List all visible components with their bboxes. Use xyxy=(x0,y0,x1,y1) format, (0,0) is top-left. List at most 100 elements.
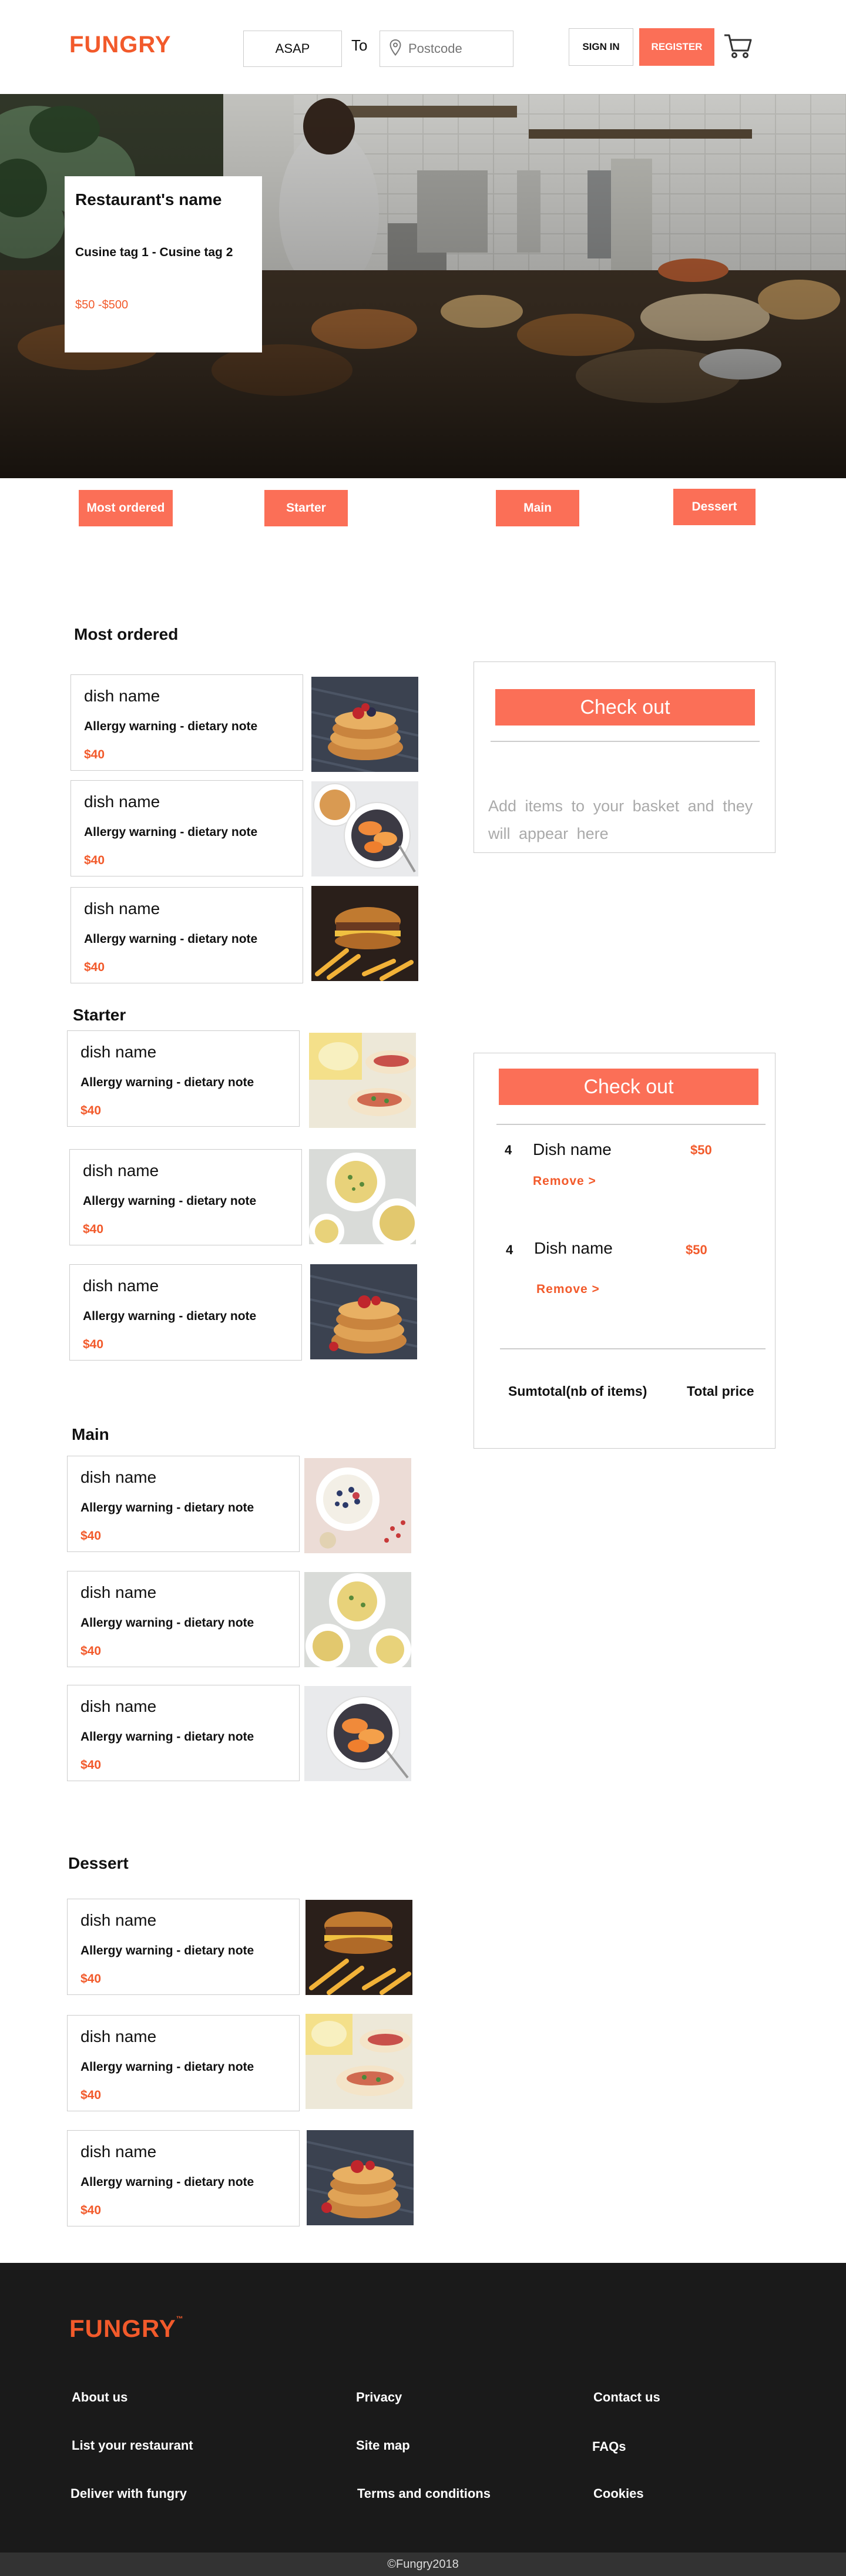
divider xyxy=(491,741,760,742)
dish-note: Allergy warning - dietary note xyxy=(80,2175,254,2189)
dish-name: dish name xyxy=(83,1161,159,1180)
basket-empty: Check out Add items to your basket and t… xyxy=(474,661,776,853)
dish-image-fruit-bowl xyxy=(311,781,418,876)
dish-card[interactable]: dish name Allergy warning - dietary note… xyxy=(67,1030,300,1127)
tab-most-ordered[interactable]: Most ordered xyxy=(79,490,173,526)
dish-card[interactable]: dish name Allergy warning - dietary note… xyxy=(67,1899,300,1995)
divider xyxy=(500,1348,766,1349)
dish-name: dish name xyxy=(80,2142,157,2161)
dish-note: Allergy warning - dietary note xyxy=(84,932,258,946)
footer-link-sitemap[interactable]: Site map xyxy=(356,2438,410,2453)
total-price: Total price xyxy=(687,1383,754,1399)
basket-item-name: Dish name xyxy=(533,1140,612,1158)
checkout-button[interactable]: Check out xyxy=(495,689,755,726)
brand-logo[interactable]: FUNGRY xyxy=(69,32,171,58)
sign-in-button[interactable]: SIGN IN xyxy=(569,28,633,66)
dish-price: $40 xyxy=(80,2204,102,2217)
divider xyxy=(496,1124,766,1125)
dish-price: $40 xyxy=(80,2088,102,2102)
location-pin-icon xyxy=(390,39,401,59)
section-title-dessert: Dessert xyxy=(68,1854,129,1872)
dish-image-tacos xyxy=(309,1033,416,1128)
footer-link-terms[interactable]: Terms and conditions xyxy=(357,2486,491,2501)
to-label: To xyxy=(351,36,368,54)
footer-link-about[interactable]: About us xyxy=(72,2390,127,2405)
dish-price: $40 xyxy=(84,748,105,761)
dish-note: Allergy warning - dietary note xyxy=(80,1616,254,1630)
dish-note: Allergy warning - dietary note xyxy=(80,1501,254,1514)
dish-image-pasta xyxy=(309,1149,416,1244)
basket-item-name: Dish name xyxy=(534,1239,613,1257)
site-header: FUNGRY ASAP To SIGN IN REGISTER xyxy=(0,0,846,94)
dish-card[interactable]: dish name Allergy warning - dietary note… xyxy=(67,1685,300,1781)
footer-link-privacy[interactable]: Privacy xyxy=(356,2390,402,2405)
footer-logo-text: FUNGRY xyxy=(69,2315,176,2342)
footer-link-contact[interactable]: Contact us xyxy=(593,2390,660,2405)
postcode-input[interactable] xyxy=(408,41,496,56)
price-range: $50 -$500 xyxy=(75,298,129,311)
dish-image-burger xyxy=(306,1900,412,1995)
footer-link-deliver[interactable]: Deliver with fungry xyxy=(70,2486,187,2501)
dish-price: $40 xyxy=(83,1222,104,1236)
dish-card[interactable]: dish name Allergy warning - dietary note… xyxy=(67,1571,300,1667)
dish-note: Allergy warning - dietary note xyxy=(80,1076,254,1089)
dish-price: $40 xyxy=(80,1972,102,1986)
dish-image-fruit-bowl xyxy=(304,1686,411,1781)
dish-note: Allergy warning - dietary note xyxy=(83,1309,257,1323)
tab-main[interactable]: Main xyxy=(496,490,579,526)
dish-card[interactable]: dish name Allergy warning - dietary note… xyxy=(69,1264,302,1361)
dish-price: $40 xyxy=(80,1758,102,1772)
dish-image-pancakes xyxy=(311,677,418,772)
dish-price: $40 xyxy=(80,1104,102,1117)
dish-name: dish name xyxy=(80,1468,157,1486)
dish-image-pancakes xyxy=(307,2130,414,2225)
dish-note: Allergy warning - dietary note xyxy=(80,1944,254,1957)
basket-item-price: $50 xyxy=(690,1143,712,1157)
copyright-bar: ©Fungry2018 xyxy=(0,2553,846,2576)
dish-name: dish name xyxy=(84,687,160,705)
cart-icon[interactable] xyxy=(723,31,753,61)
tab-dessert[interactable]: Dessert xyxy=(673,489,756,525)
restaurant-info-card: Restaurant's name Cusine tag 1 - Cusine … xyxy=(65,176,262,352)
dish-image-pancakes xyxy=(310,1264,417,1359)
section-title-starter: Starter xyxy=(73,1006,126,1024)
dish-card[interactable]: dish name Allergy warning - dietary note… xyxy=(67,2015,300,2111)
item-quantity: 4 xyxy=(506,1242,513,1257)
dish-note: Allergy warning - dietary note xyxy=(83,1194,257,1208)
dish-price: $40 xyxy=(80,1529,102,1543)
dish-price: $40 xyxy=(84,960,105,974)
dish-card[interactable]: dish name Allergy warning - dietary note… xyxy=(70,780,303,876)
time-select[interactable]: ASAP xyxy=(243,31,342,67)
site-footer: FUNGRY™ About us Privacy Contact us List… xyxy=(0,2263,846,2553)
empty-basket-note: Add items to your basket and they will a… xyxy=(488,797,753,842)
dish-card[interactable]: dish name Allergy warning - dietary note… xyxy=(70,887,303,983)
dish-note: Allergy warning - dietary note xyxy=(80,2060,254,2074)
item-quantity: 4 xyxy=(505,1143,512,1157)
footer-link-list-restaurant[interactable]: List your restaurant xyxy=(72,2438,193,2453)
footer-link-cookies[interactable]: Cookies xyxy=(593,2486,644,2501)
register-button[interactable]: REGISTER xyxy=(639,28,714,66)
checkout-button[interactable]: Check out xyxy=(499,1069,758,1105)
dish-name: dish name xyxy=(80,1043,157,1061)
remove-item-button[interactable]: Remove > xyxy=(533,1174,596,1188)
postcode-field[interactable] xyxy=(380,31,513,67)
tab-starter[interactable]: Starter xyxy=(264,490,348,526)
dish-price: $40 xyxy=(83,1338,104,1351)
footer-link-faqs[interactable]: FAQs xyxy=(592,2439,626,2454)
dish-image-pasta xyxy=(304,1572,411,1667)
subtotal-label: Sumtotal(nb of items) xyxy=(508,1383,647,1399)
dish-image-burger xyxy=(311,886,418,981)
dish-card[interactable]: dish name Allergy warning - dietary note… xyxy=(67,2130,300,2226)
dish-image-tacos xyxy=(306,2014,412,2109)
cuisine-tags: Cusine tag 1 - Cusine tag 2 xyxy=(75,246,233,259)
section-title-most-ordered: Most ordered xyxy=(74,625,179,643)
remove-item-button[interactable]: Remove > xyxy=(536,1282,600,1297)
footer-logo[interactable]: FUNGRY™ xyxy=(69,2315,184,2343)
dish-card[interactable]: dish name Allergy warning - dietary note… xyxy=(69,1149,302,1245)
dish-price: $40 xyxy=(80,1644,102,1658)
dish-name: dish name xyxy=(80,1697,157,1715)
dish-note: Allergy warning - dietary note xyxy=(84,720,258,733)
dish-card[interactable]: dish name Allergy warning - dietary note… xyxy=(70,674,303,771)
dish-name: dish name xyxy=(80,2027,157,2046)
dish-card[interactable]: dish name Allergy warning - dietary note… xyxy=(67,1456,300,1552)
